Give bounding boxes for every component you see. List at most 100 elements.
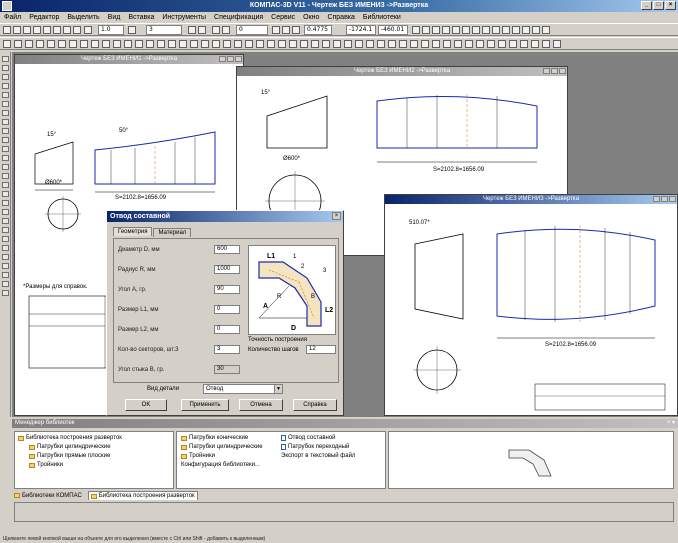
doc-minimize-button[interactable] [653,196,660,202]
toolbar-tool-icon[interactable] [102,40,110,48]
toolbar-tool-icon[interactable] [520,40,528,48]
toolbar-tool-icon[interactable] [432,26,440,34]
compact-tool-icon[interactable] [2,173,9,179]
toolbar-tool-icon[interactable] [553,40,561,48]
param-input-sectors[interactable]: 3 [214,345,240,354]
tab-unfold-library[interactable]: Библиотека построения разверток [87,491,198,500]
toolbar-tool-icon[interactable] [146,40,154,48]
drawing-window-3[interactable]: Чертеж БЕЗ ИМЕНИ3 ->Развертка 510.07* S=… [384,194,678,416]
toolbar-tool-icon[interactable] [422,26,430,34]
toolbar-tool-icon[interactable] [13,26,21,34]
list-item[interactable]: Патрубок переходный [281,444,349,450]
toolbar-tool-icon[interactable] [531,40,539,48]
scale-field[interactable]: 1.0 [98,25,124,35]
param-input-radius[interactable]: 1000 [214,265,240,274]
toolbar-tool-icon[interactable] [135,40,143,48]
compact-tool-icon[interactable] [2,74,9,80]
toolbar-tool-icon[interactable] [201,40,209,48]
toolbar-tool-icon[interactable] [58,40,66,48]
menu-item-10[interactable]: Библиотеки [363,14,401,21]
tab-geometry[interactable]: Геометрия [113,227,153,236]
toolbar-tool-icon[interactable] [73,26,81,34]
zoom-field[interactable]: 0.4775 [304,25,332,35]
compact-tool-icon[interactable] [2,164,9,170]
drawing-canvas-3[interactable]: 510.07* S=2102.8=1656.09 [385,204,678,416]
menu-item-5[interactable]: Инструменты [162,14,206,21]
toolbar-tool-icon[interactable] [25,40,33,48]
apply-button[interactable]: Применить [181,399,229,411]
toolbar-tool-icon[interactable] [272,26,280,34]
compact-tool-icon[interactable] [2,182,9,188]
toolbar-tool-icon[interactable] [222,26,230,34]
library-close-icon[interactable]: × ▾ [667,419,675,426]
doc-maximize-button[interactable] [661,196,668,202]
toolbar-tool-icon[interactable] [487,40,495,48]
cancel-button[interactable]: Отмена [239,399,283,411]
help-button[interactable]: Справка [293,399,337,411]
toolbar-tool-icon[interactable] [292,26,300,34]
toolbar-tool-icon[interactable] [23,26,31,34]
toolbar-tool-icon[interactable] [80,40,88,48]
menu-item-1[interactable]: Редактор [29,14,59,21]
toolbar-tool-icon[interactable] [168,40,176,48]
toolbar-tool-icon[interactable] [333,40,341,48]
toolbar-tool-icon[interactable] [234,40,242,48]
compact-tool-icon[interactable] [2,155,9,161]
toolbar-tool-icon[interactable] [124,40,132,48]
toolbar-tool-icon[interactable] [91,40,99,48]
list-item-selected[interactable]: Отвод составной [281,435,336,441]
compact-tool-icon[interactable] [2,83,9,89]
doc-maximize-button[interactable] [227,56,234,62]
toolbar-tool-icon[interactable] [212,40,220,48]
toolbar-tool-icon[interactable] [84,26,92,34]
compact-tool-icon[interactable] [2,110,9,116]
toolbar-tool-icon[interactable] [212,26,220,34]
list-item[interactable]: Конфигурация библиотеки... [181,462,260,468]
menu-item-3[interactable]: Вид [108,14,121,21]
compact-tool-icon[interactable] [2,137,9,143]
doc-minimize-button[interactable] [219,56,226,62]
toolbar-tool-icon[interactable] [377,40,385,48]
tab-kompas-libraries[interactable]: Библиотеки КОМПАС [12,491,84,500]
toolbar-tool-icon[interactable] [53,26,61,34]
toolbar-tool-icon[interactable] [542,26,550,34]
tree-item-cyl[interactable]: Патрубки цилиндрические [29,444,111,450]
dialog-close-button[interactable]: × [332,212,341,220]
param-input-angle[interactable]: 90 [214,285,240,294]
menu-item-8[interactable]: Окно [303,14,319,21]
toolbar-tool-icon[interactable] [128,26,136,34]
toolbar-tool-icon[interactable] [344,40,352,48]
doc-close-button[interactable] [559,68,566,74]
compact-tool-icon[interactable] [2,101,9,107]
compact-tool-icon[interactable] [2,146,9,152]
toolbar-tool-icon[interactable] [157,40,165,48]
chevron-down-icon[interactable]: ▼ [274,385,282,393]
toolbar-tool-icon[interactable] [512,26,520,34]
toolbar-tool-icon[interactable] [198,26,206,34]
compact-tool-icon[interactable] [2,218,9,224]
compact-tool-icon[interactable] [2,254,9,260]
detail-type-select[interactable]: Отвод ▼ [203,384,283,394]
compact-tool-icon[interactable] [2,92,9,98]
doc-minimize-button[interactable] [543,68,550,74]
compact-tool-icon[interactable] [2,263,9,269]
toolbar-tool-icon[interactable] [412,26,420,34]
toolbar-tool-icon[interactable] [267,40,275,48]
compact-tool-icon[interactable] [2,209,9,215]
toolbar-tool-icon[interactable] [190,40,198,48]
menu-item-2[interactable]: Выделить [67,14,99,21]
tree-item-root[interactable]: Библиотека построения разверток [18,435,122,441]
compact-tool-icon[interactable] [2,236,9,242]
toolbar-tool-icon[interactable] [399,40,407,48]
toolbar-tool-icon[interactable] [14,40,22,48]
tree-item-tees[interactable]: Тройники [29,462,63,468]
toolbar-tool-icon[interactable] [432,40,440,48]
toolbar-tool-icon[interactable] [63,26,71,34]
style-field[interactable]: 0 [236,25,268,35]
toolbar-tool-icon[interactable] [492,26,500,34]
doc-close-button[interactable] [235,56,242,62]
compact-tool-icon[interactable] [2,272,9,278]
toolbar-tool-icon[interactable] [522,26,530,34]
toolbar-tool-icon[interactable] [322,40,330,48]
toolbar-tool-icon[interactable] [113,40,121,48]
